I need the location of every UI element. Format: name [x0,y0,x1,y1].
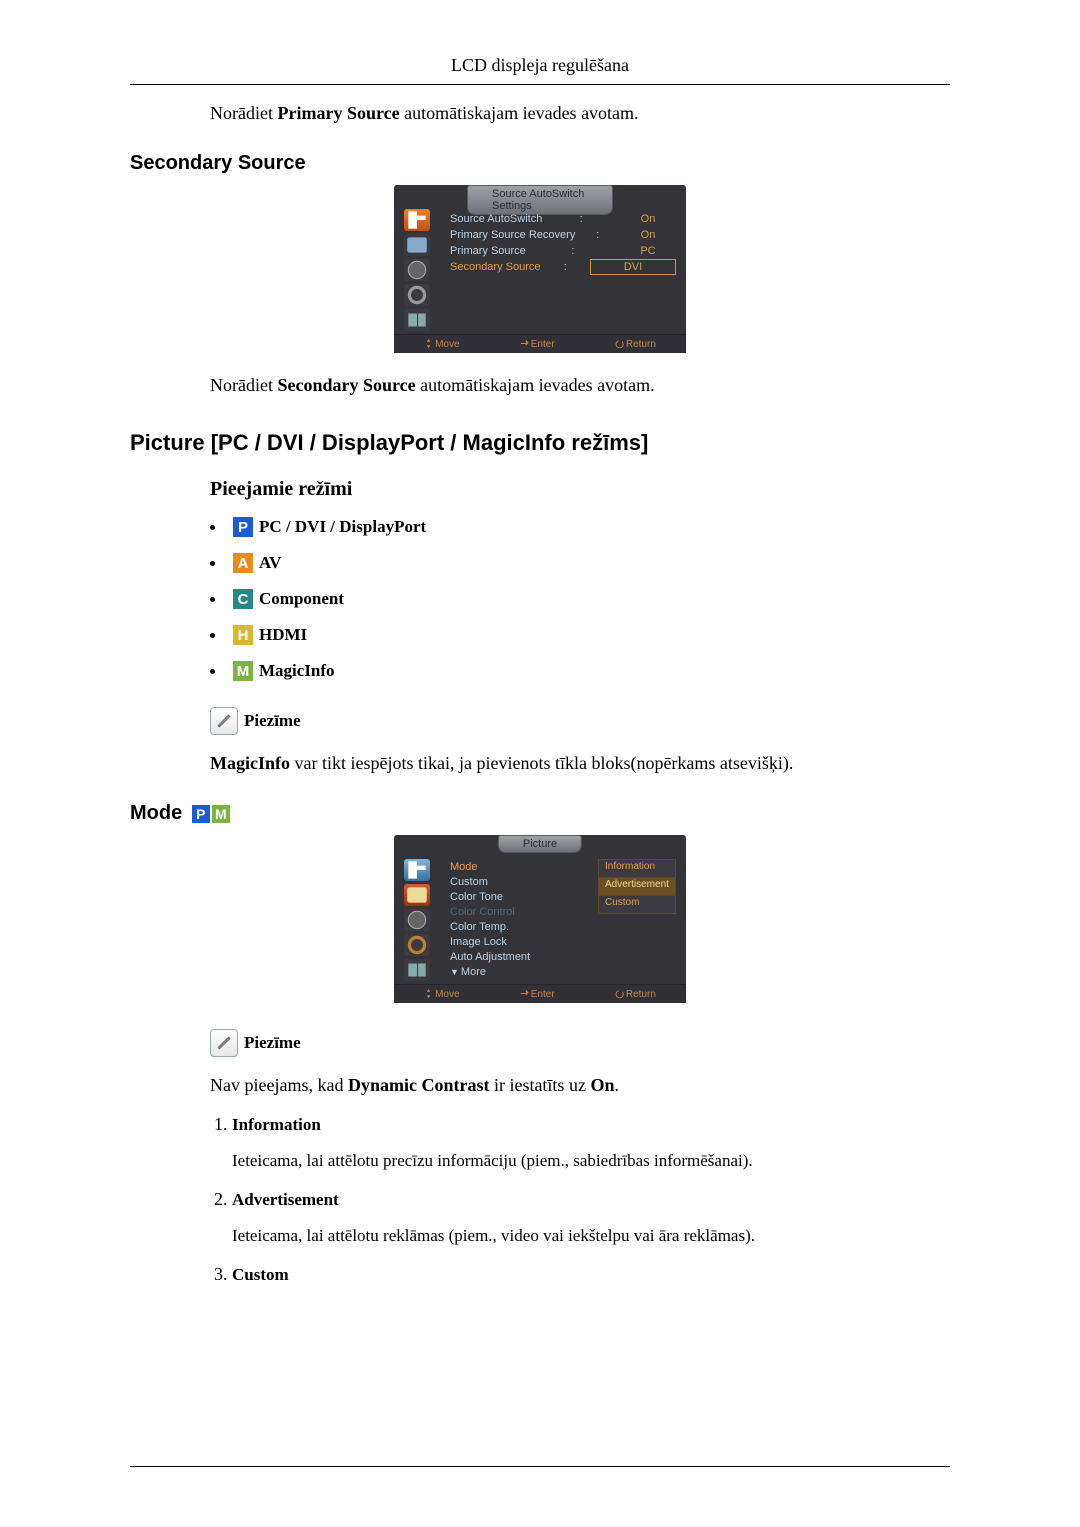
note-row-1: Piezīme [210,707,950,735]
setup-icon [404,934,430,956]
multi-icon [404,309,430,331]
setup-icon [404,284,430,306]
osd-submenu: Information Advertisement Custom [598,859,676,913]
p-icon: P [233,517,253,537]
list-item: Custom [232,1264,950,1285]
osd-picture: Picture Mode Custom Color Tone Color Con… [394,835,686,1003]
modes-list: PPC / DVI / DisplayPort AAV CComponent H… [210,517,950,681]
osd-menu: Source AutoSwitch:On Primary Source Reco… [450,211,676,331]
secondary-source-heading: Secondary Source [130,152,950,175]
sound-icon [404,259,430,281]
footer-divider [130,1466,950,1467]
mode-av: AAV [210,553,950,573]
mode-hdmi: HHDMI [210,625,950,645]
return-hint: Return [615,989,656,1000]
input-icon [404,209,430,231]
note-icon [210,1029,238,1057]
list-item: Information Ieteicama, lai attēlotu prec… [232,1114,950,1171]
mode-pc: PPC / DVI / DisplayPort [210,517,950,537]
magicinfo-note-text: MagicInfo var tikt iespējots tikai, ja p… [210,753,950,774]
osd-bottom-bar: Move Enter Return [394,334,686,353]
osd-source-autoswitch: Source AutoSwitch Settings Source AutoSw… [394,185,686,353]
mode-magicinfo: MMagicInfo [210,661,950,681]
picture-heading: Picture [PC / DVI / DisplayPort / MagicI… [130,430,950,456]
dynamic-contrast-note: Nav pieejams, kad Dynamic Contrast ir ie… [210,1075,950,1096]
picture-icon [404,234,430,256]
picture-icon [404,884,430,906]
move-hint: Move [424,339,459,350]
input-icon [404,859,430,881]
osd-menu-list: Mode Custom Color Tone Color Control Col… [450,861,530,981]
available-modes-heading: Pieejamie režīmi [210,478,950,501]
sound-icon [404,909,430,931]
mode-component: CComponent [210,589,950,609]
enter-hint: Enter [520,339,555,350]
osd-bottom-bar: Move Enter Return [394,984,686,1003]
a-icon: A [233,553,253,573]
note-row-2: Piezīme [210,1029,950,1057]
return-hint: Return [615,339,656,350]
enter-hint: Enter [520,989,555,1000]
page-header: LCD displeja regulēšana [130,55,950,85]
h-icon: H [233,625,253,645]
secondary-source-text: Norādiet Secondary Source automātiskajam… [210,375,950,396]
osd-side-icons [404,209,438,331]
m-icon-inline: M [212,805,230,823]
move-hint: Move [424,989,459,1000]
osd-side-icons [404,859,438,981]
list-item: Advertisement Ieteicama, lai attēlotu re… [232,1189,950,1246]
osd-title: Picture [498,835,582,853]
mode-options-list: Information Ieteicama, lai attēlotu prec… [210,1114,950,1285]
m-icon: M [233,661,253,681]
p-icon-inline: P [192,805,210,823]
multi-icon [404,959,430,981]
c-icon: C [233,589,253,609]
note-icon [210,707,238,735]
mode-heading: Mode P M [130,802,950,825]
primary-source-text: Norādiet Primary Source automātiskajam i… [210,103,950,124]
